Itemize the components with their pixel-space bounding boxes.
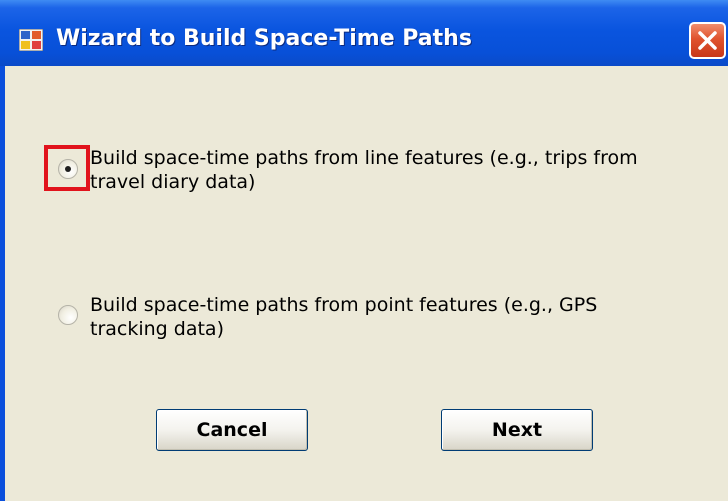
application-icon bbox=[19, 29, 43, 51]
option-line-features-label[interactable]: Build space-time paths from line feature… bbox=[90, 146, 690, 194]
option-line-features-label-line2: travel diary data) bbox=[90, 171, 256, 193]
close-button[interactable] bbox=[689, 22, 726, 59]
radio-point-features[interactable] bbox=[58, 305, 78, 325]
close-icon bbox=[698, 31, 717, 50]
option-line-features-label-line1: Build space-time paths from line feature… bbox=[90, 147, 638, 169]
option-point-features-label[interactable]: Build space-time paths from point featur… bbox=[90, 293, 690, 341]
window-title: Wizard to Build Space-Time Paths bbox=[56, 26, 472, 51]
option-point-features-label-line1: Build space-time paths from point featur… bbox=[90, 294, 598, 316]
wizard-window: Wizard to Build Space-Time Paths Build s… bbox=[0, 0, 728, 501]
option-point-features-label-line2: tracking data) bbox=[90, 318, 224, 340]
dialog-body: Build space-time paths from line feature… bbox=[5, 66, 728, 501]
cancel-button[interactable]: Cancel bbox=[156, 409, 308, 451]
next-button[interactable]: Next bbox=[441, 409, 593, 451]
radio-line-features[interactable] bbox=[58, 159, 78, 179]
title-bar[interactable]: Wizard to Build Space-Time Paths bbox=[0, 0, 728, 66]
